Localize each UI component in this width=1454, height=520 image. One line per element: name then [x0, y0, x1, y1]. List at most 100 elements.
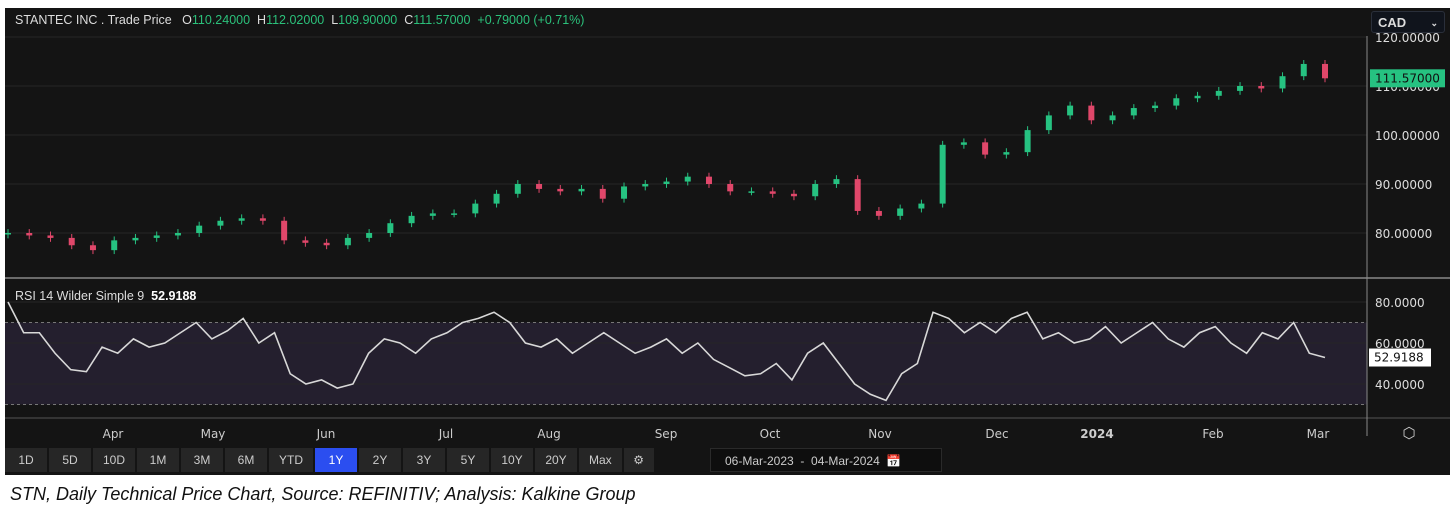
candle: [918, 203, 925, 209]
currency-select[interactable]: CAD ⌄: [1371, 11, 1445, 33]
price-tick-label: 90.00000: [1375, 178, 1432, 192]
candle: [536, 184, 543, 189]
candle: [599, 188, 606, 199]
high-value: 112.02000: [266, 13, 325, 27]
x-tick-label: Feb: [1202, 427, 1223, 441]
x-tick-label: Nov: [868, 427, 891, 441]
candle: [833, 179, 840, 184]
candle: [642, 184, 649, 187]
date-to: 04-Mar-2024: [811, 454, 880, 468]
candle: [68, 237, 75, 246]
close-label: C: [404, 13, 414, 27]
range-button-5d[interactable]: 5D: [49, 448, 91, 472]
candle: [684, 176, 691, 182]
candle: [1300, 63, 1307, 77]
candle: [705, 176, 712, 184]
candle: [323, 242, 330, 246]
rsi-tick-label: 40.0000: [1375, 378, 1425, 392]
candle: [1279, 76, 1286, 89]
caption: STN, Daily Technical Price Chart, Source…: [10, 484, 636, 504]
x-tick-label: 2024: [1080, 427, 1113, 441]
candle: [387, 223, 394, 233]
open-label: O: [182, 13, 192, 27]
candle: [238, 218, 245, 221]
candle: [769, 191, 776, 194]
candle: [408, 215, 415, 224]
candle: [1258, 86, 1265, 89]
candle: [132, 237, 139, 241]
candle: [1152, 105, 1159, 109]
candle: [1237, 86, 1244, 91]
date-separator: -: [800, 454, 805, 468]
range-button-10d[interactable]: 10D: [93, 448, 136, 472]
range-button-ytd[interactable]: YTD: [269, 448, 314, 472]
chart-svg[interactable]: 120.00000110.00000100.0000090.0000080.00…: [5, 8, 1450, 475]
range-button-1y[interactable]: 1Y: [315, 448, 358, 472]
last-price-label: 111.57000: [1375, 71, 1440, 85]
range-button-max[interactable]: Max: [579, 448, 622, 472]
x-tick-label: Dec: [985, 427, 1008, 441]
candle: [982, 142, 989, 155]
range-button-5y[interactable]: 5Y: [447, 448, 490, 472]
candle: [451, 213, 458, 215]
candle: [727, 184, 734, 192]
range-button-3m[interactable]: 3M: [181, 448, 224, 472]
candle: [790, 193, 797, 197]
close-value: 111.57000: [413, 13, 471, 27]
candle: [1045, 115, 1052, 131]
x-tick-label: Jul: [438, 427, 453, 441]
range-button-1m[interactable]: 1M: [137, 448, 180, 472]
candle: [939, 144, 946, 204]
candle: [1215, 90, 1222, 96]
x-tick-label: Apr: [103, 427, 124, 441]
candle: [1024, 130, 1031, 153]
range-button-10y[interactable]: 10Y: [491, 448, 534, 472]
range-button-20y[interactable]: 20Y: [535, 448, 578, 472]
x-tick-label: Oct: [760, 427, 781, 441]
instrument-title: STANTEC INC . Trade Price: [15, 13, 172, 27]
rsi-band: [5, 322, 1367, 405]
candle: [217, 220, 224, 226]
price-tick-label: 100.00000: [1375, 129, 1440, 143]
high-label: H: [257, 13, 267, 27]
range-button-1d[interactable]: 1D: [5, 448, 47, 472]
x-tick-label: Sep: [655, 427, 678, 441]
candle: [1003, 152, 1010, 155]
candle: [153, 235, 160, 238]
candle: [366, 233, 373, 238]
date-range-picker[interactable]: 06-Mar-2023 - 04-Mar-2024 📅: [710, 448, 942, 472]
change-value: +0.79000 (+0.71%): [477, 13, 585, 27]
candle: [47, 235, 54, 238]
range-button-3y[interactable]: 3Y: [403, 448, 446, 472]
candle: [281, 220, 288, 241]
candle: [111, 240, 118, 251]
candle: [854, 179, 861, 211]
candle: [1088, 105, 1095, 121]
candle: [302, 240, 309, 243]
candle: [196, 225, 203, 233]
candle: [557, 188, 564, 192]
candle: [26, 233, 33, 236]
rsi-value-label: 52.9188: [1374, 351, 1424, 365]
range-button-2y[interactable]: 2Y: [359, 448, 402, 472]
chart-settings-icon[interactable]: ⬡: [1402, 425, 1415, 442]
date-from: 06-Mar-2023: [725, 454, 794, 468]
candle: [514, 184, 521, 194]
range-button-6m[interactable]: 6M: [225, 448, 268, 472]
candle: [1130, 108, 1137, 116]
candle: [472, 203, 479, 214]
candle: [897, 208, 904, 216]
settings-gear-icon[interactable]: ⚙: [623, 448, 654, 472]
candle: [174, 233, 181, 236]
chevron-down-icon: ⌄: [1430, 18, 1438, 28]
candle: [493, 193, 500, 204]
candle: [5, 233, 11, 235]
candle: [960, 142, 967, 145]
range-buttons: 1D 5D 10D 1M 3M 6M YTD 1Y 2Y 3Y 5Y 10Y 20Y Max ⚙: [5, 448, 654, 472]
candle: [429, 213, 436, 216]
candle: [1067, 105, 1074, 116]
chart-panel: 120.00000110.00000100.0000090.0000080.00…: [5, 8, 1450, 475]
rsi-value: 52.9188: [151, 289, 197, 303]
candle: [344, 237, 351, 246]
candle: [1194, 95, 1201, 99]
